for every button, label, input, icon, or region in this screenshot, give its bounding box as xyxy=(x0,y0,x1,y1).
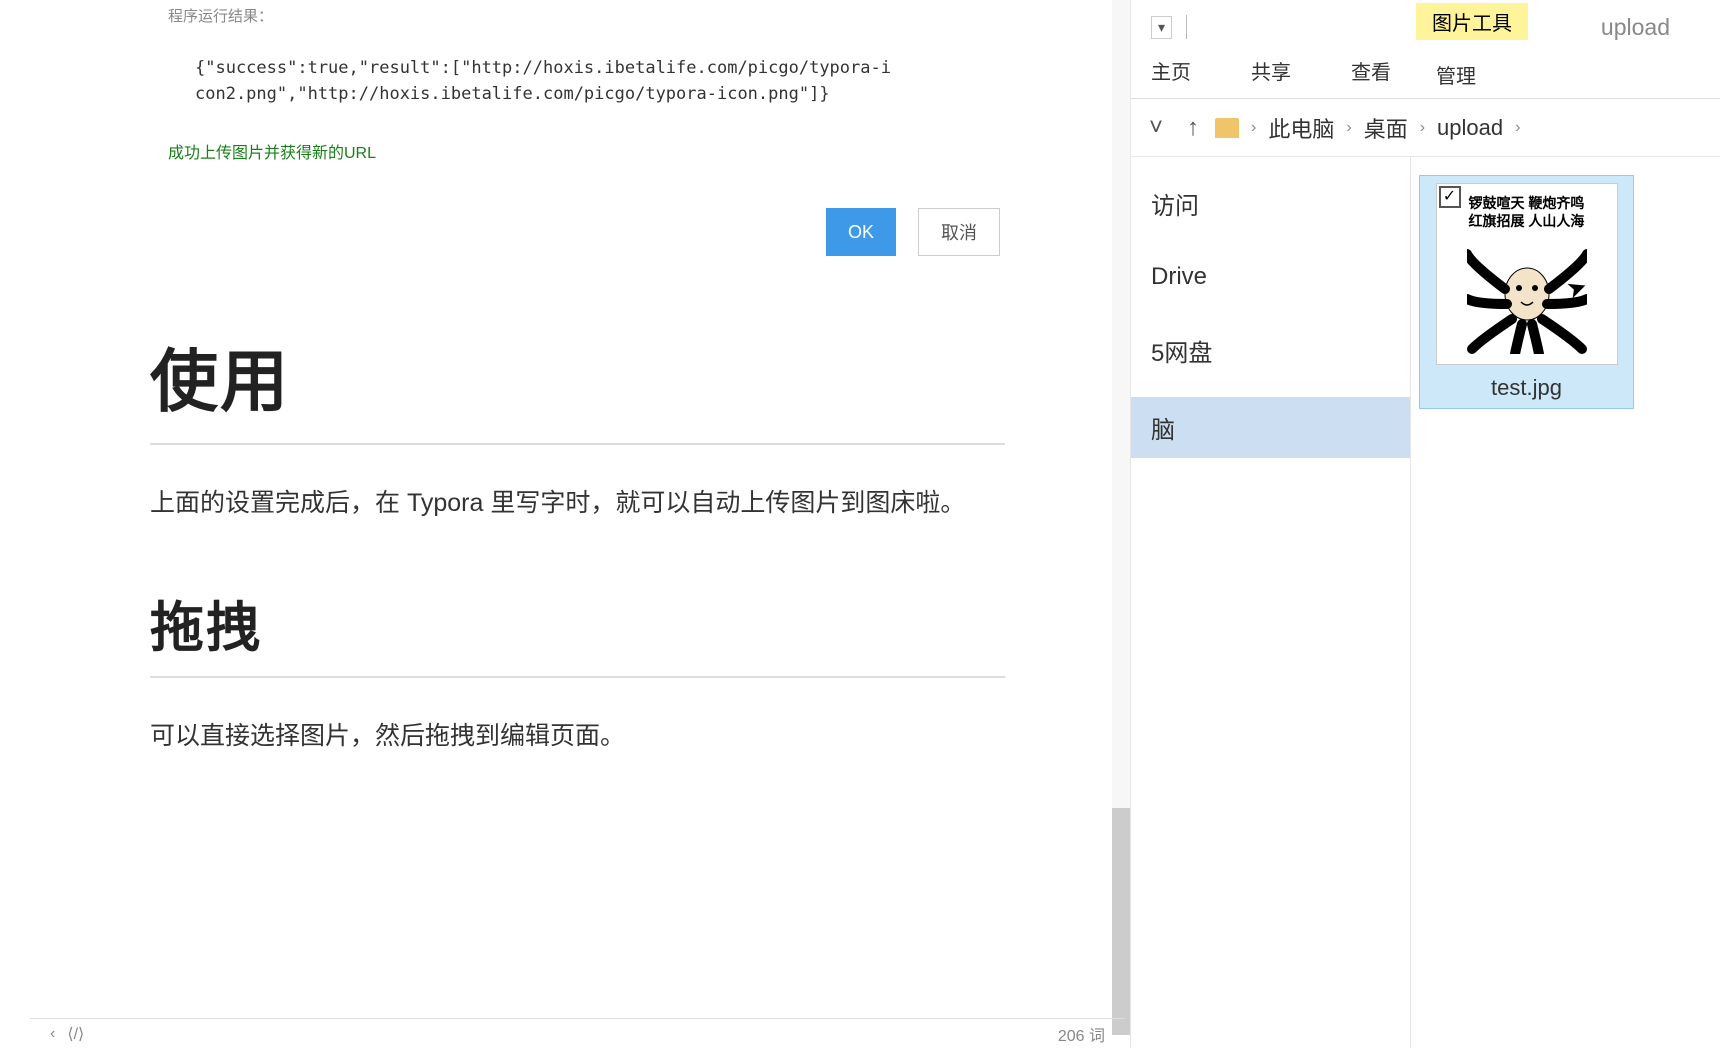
explorer-sidebar: 访问 Drive 5网盘 脑 xyxy=(1131,157,1411,1048)
breadcrumb-sep: › xyxy=(1251,119,1256,137)
file-item[interactable]: ✓ 锣鼓喧天 鞭炮齐鸣 红旗招展 人山人海 xyxy=(1419,175,1634,409)
file-list[interactable]: ✓ 锣鼓喧天 鞭炮齐鸣 红旗招展 人山人海 xyxy=(1411,157,1720,1048)
breadcrumb-sep: › xyxy=(1515,119,1520,137)
editor-content[interactable]: 程序运行结果： {"success":true,"result":["http:… xyxy=(30,0,1125,1035)
file-explorer: ▾ 图片工具 upload 主页 共享 查看 管理 ˅ ↑ › 此电脑 › 桌面… xyxy=(1130,0,1720,1048)
breadcrumb-upload[interactable]: upload xyxy=(1437,115,1503,141)
word-count[interactable]: 206 词 xyxy=(1058,1022,1105,1046)
breadcrumb-sep: › xyxy=(1346,119,1351,137)
window-title: upload xyxy=(1601,14,1670,41)
sidebar-item-quickaccess[interactable]: 访问 xyxy=(1131,173,1410,234)
ok-button[interactable]: OK xyxy=(826,208,896,256)
sidebar-item-thispc[interactable]: 脑 xyxy=(1131,397,1410,458)
up-folder-icon[interactable]: ↑ xyxy=(1183,110,1203,146)
ribbon-tab-home[interactable]: 主页 xyxy=(1151,54,1191,85)
address-bar[interactable]: ˅ ↑ › 此电脑 › 桌面 › upload › xyxy=(1131,99,1720,157)
thumbnail-image xyxy=(1467,244,1587,354)
folder-icon xyxy=(1215,118,1239,138)
paragraph-1: 上面的设置完成后，在 Typora 里写字时，就可以自动上传图片到图床啦。 xyxy=(150,480,1005,528)
dialog-buttons: OK 取消 xyxy=(150,208,1000,256)
breadcrumb-sep: › xyxy=(1420,119,1425,137)
scrollbar-track[interactable] xyxy=(1112,0,1130,1035)
explorer-titlebar: ▾ 图片工具 upload xyxy=(1131,0,1720,54)
quick-access-dropdown[interactable]: ▾ xyxy=(1151,16,1172,39)
heading-drag: 拖拽 xyxy=(150,583,1005,678)
breadcrumb-desktop[interactable]: 桌面 xyxy=(1364,112,1408,144)
explorer-body: 访问 Drive 5网盘 脑 ✓ 锣鼓喧天 鞭炮齐鸣 红旗招展 人山人海 xyxy=(1131,157,1720,1048)
ribbon-tabs: 主页 共享 查看 管理 xyxy=(1131,54,1720,99)
sidebar-item-drive[interactable]: Drive xyxy=(1131,250,1410,304)
context-tab-picture-tools[interactable]: 图片工具 xyxy=(1416,3,1528,40)
result-label: 程序运行结果： xyxy=(168,5,1005,26)
history-dropdown-icon[interactable]: ˅ xyxy=(1141,110,1171,146)
breadcrumb-this-pc[interactable]: 此电脑 xyxy=(1268,112,1334,144)
paragraph-2: 可以直接选择图片，然后拖拽到编辑页面。 xyxy=(150,713,1005,761)
sidebar-item-netdisk[interactable]: 5网盘 xyxy=(1131,320,1410,381)
file-name[interactable]: test.jpg xyxy=(1427,375,1626,401)
titlebar-separator xyxy=(1186,15,1187,39)
upload-success-msg: 成功上传图片并获得新的URL xyxy=(168,139,1005,163)
back-icon[interactable]: ‹ xyxy=(50,1025,55,1043)
ribbon-tab-share[interactable]: 共享 xyxy=(1251,54,1291,85)
ribbon-tab-view[interactable]: 查看 xyxy=(1351,54,1391,85)
cancel-button[interactable]: 取消 xyxy=(918,208,1000,256)
thumbnail-text: 锣鼓喧天 鞭炮齐鸣 红旗招展 人山人海 xyxy=(1437,194,1617,230)
heading-usage: 使用 xyxy=(150,326,1005,445)
outline-icon[interactable]: ⟨/⟩ xyxy=(67,1024,84,1044)
result-code: {"success":true,"result":["http://hoxis.… xyxy=(195,56,895,107)
typora-editor: 程序运行结果： {"success":true,"result":["http:… xyxy=(0,0,1130,1048)
file-thumbnail: ✓ 锣鼓喧天 鞭炮齐鸣 红旗招展 人山人海 xyxy=(1436,183,1618,365)
status-bar: ‹ ⟨/⟩ 206 词 xyxy=(30,1018,1125,1048)
scrollbar-thumb[interactable] xyxy=(1112,808,1130,1035)
ribbon-tab-manage[interactable]: 管理 xyxy=(1436,58,1476,89)
